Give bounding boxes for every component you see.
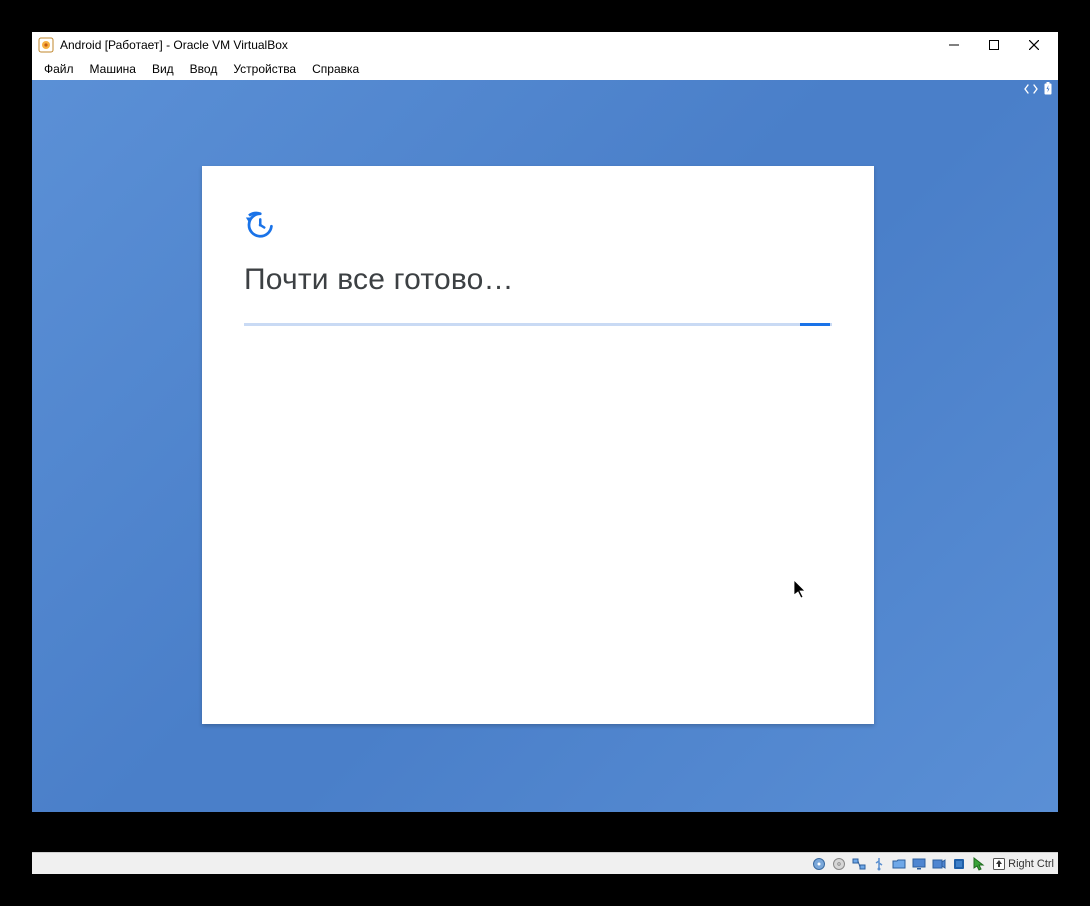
android-statusbar [1024,82,1052,95]
window-title: Android [Работает] - Oracle VM VirtualBo… [60,38,288,52]
restore-icon [244,210,832,245]
mouse-integration-icon[interactable] [971,856,987,872]
menu-machine[interactable]: Машина [82,60,144,78]
battery-icon [1044,82,1052,95]
menu-file[interactable]: Файл [36,60,82,78]
virtualbox-statusbar: Right Ctrl [32,852,1058,874]
vm-display-area: Почти все готово… [32,80,1058,852]
maximize-button[interactable] [974,32,1014,58]
usb-icon[interactable] [871,856,887,872]
virtualbox-app-icon [38,37,54,53]
progress-bar [244,323,832,326]
android-navbar [32,812,1058,852]
setup-card: Почти все готово… [202,166,874,724]
progress-indicator [800,323,830,326]
recording-icon[interactable] [931,856,947,872]
host-key-indicator[interactable]: Right Ctrl [991,858,1054,870]
display-icon[interactable] [911,856,927,872]
titlebar: Android [Работает] - Oracle VM VirtualBo… [32,32,1058,58]
menu-help[interactable]: Справка [304,60,367,78]
virtualbox-window: Android [Работает] - Oracle VM VirtualBo… [32,32,1058,874]
adb-icon [1024,83,1038,95]
setup-title: Почти все готово… [244,263,832,297]
optical-disk-icon[interactable] [831,856,847,872]
menu-input[interactable]: Ввод [182,60,226,78]
menu-devices[interactable]: Устройства [225,60,304,78]
minimize-button[interactable] [934,32,974,58]
host-key-label: Right Ctrl [1008,858,1054,870]
menu-view[interactable]: Вид [144,60,182,78]
shared-folder-icon[interactable] [891,856,907,872]
network-icon[interactable] [851,856,867,872]
hard-disk-icon[interactable] [811,856,827,872]
audio-icon[interactable] [951,856,967,872]
menubar: Файл Машина Вид Ввод Устройства Справка [32,58,1058,80]
android-screen[interactable]: Почти все готово… [32,80,1058,852]
close-button[interactable] [1014,32,1054,58]
